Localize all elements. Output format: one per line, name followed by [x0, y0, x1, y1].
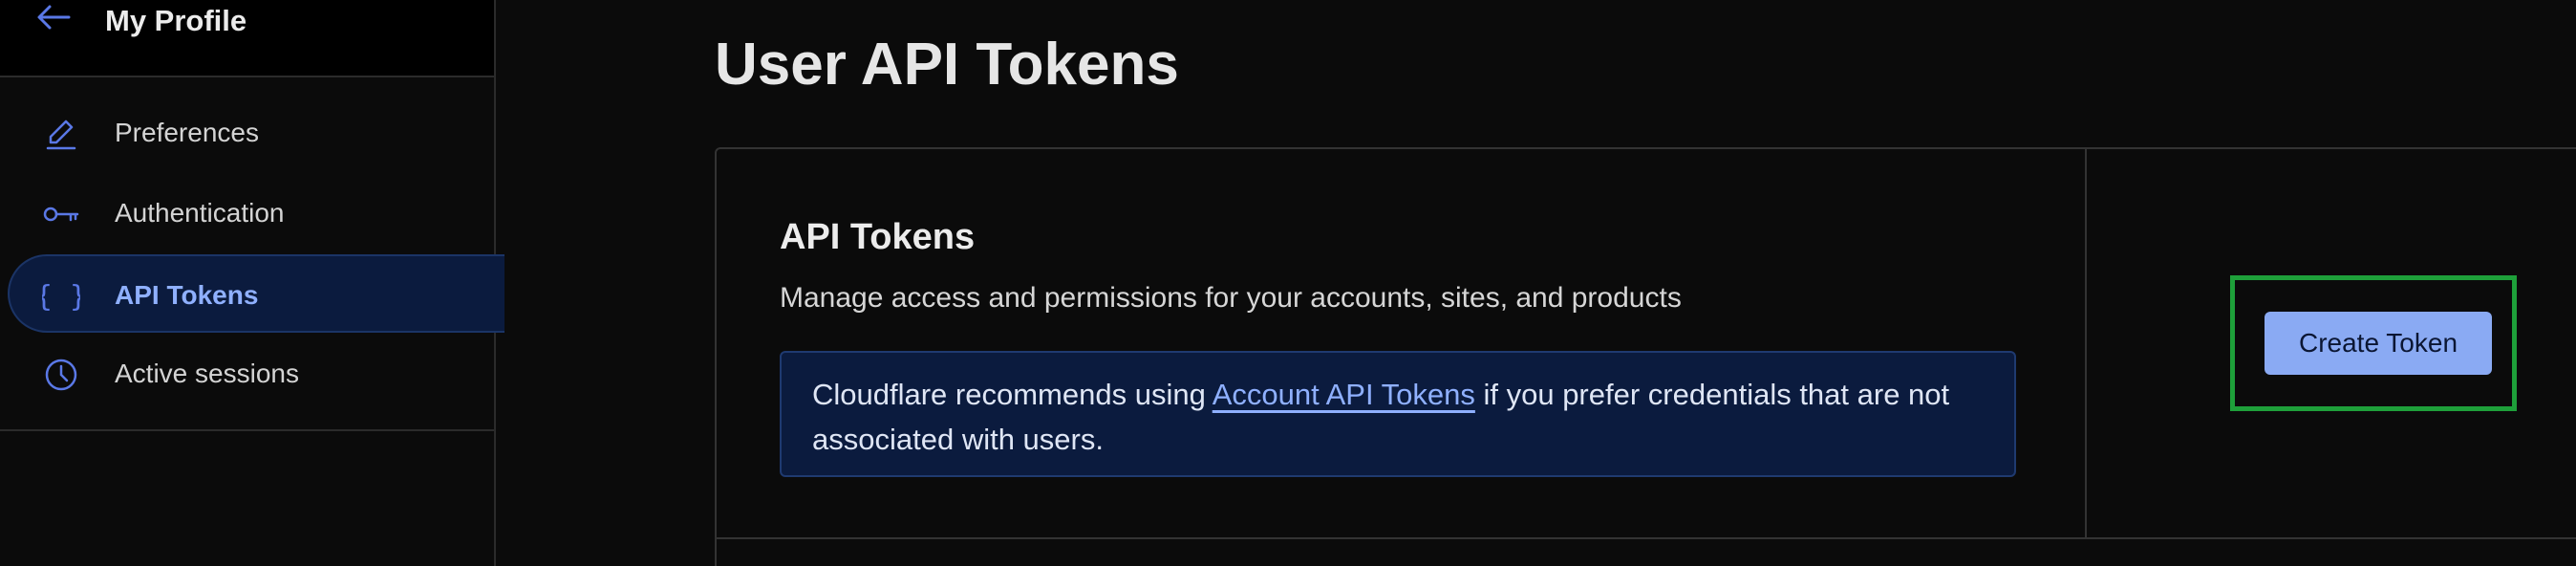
- api-tokens-card: API Tokens Manage access and permissions…: [715, 147, 2576, 566]
- svg-text:{ }: { }: [42, 280, 80, 314]
- sidebar-item-label: Authentication: [115, 198, 285, 228]
- card-vertical-divider: [2085, 149, 2087, 537]
- card-description: Manage access and permissions for your a…: [780, 282, 1682, 314]
- sidebar-item-preferences[interactable]: Preferences: [8, 94, 504, 172]
- sidebar-item-label: Active sessions: [115, 359, 299, 388]
- braces-icon: { }: [42, 280, 80, 314]
- page-title: User API Tokens: [715, 32, 1179, 98]
- sidebar-item-label: API Tokens: [115, 280, 259, 310]
- sidebar-item-authentication[interactable]: Authentication: [8, 174, 504, 252]
- back-arrow-icon[interactable]: [34, 4, 73, 38]
- key-icon: [43, 207, 79, 222]
- account-api-tokens-link[interactable]: Account API Tokens: [1213, 378, 1475, 411]
- create-token-button[interactable]: Create Token: [2265, 312, 2492, 375]
- recommendation-info-box: Cloudflare recommends using Account API …: [780, 351, 2016, 477]
- sidebar: My Profile Preferences Authentication { …: [0, 0, 504, 566]
- sidebar-header: My Profile: [0, 0, 494, 77]
- card-title: API Tokens: [780, 217, 976, 257]
- clock-icon: [45, 359, 77, 391]
- sidebar-item-label: Preferences: [115, 118, 259, 147]
- app-root: My Profile Preferences Authentication { …: [0, 0, 2576, 566]
- pencil-icon: [46, 120, 76, 150]
- sidebar-item-api-tokens[interactable]: { } API Tokens: [8, 254, 504, 333]
- info-text-before: Cloudflare recommends using: [812, 378, 1213, 411]
- sidebar-title: My Profile: [105, 4, 247, 37]
- card-horizontal-divider: [717, 537, 2576, 539]
- sidebar-divider: [0, 429, 494, 431]
- sidebar-item-active-sessions[interactable]: Active sessions: [8, 335, 504, 413]
